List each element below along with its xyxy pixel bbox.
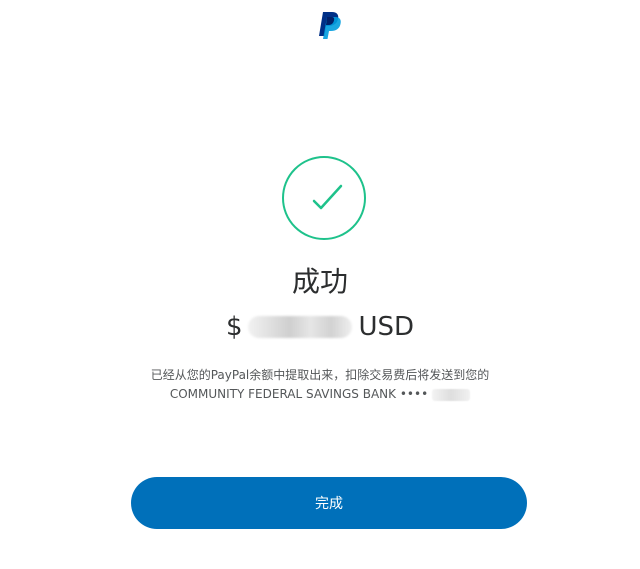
bank-account-label: COMMUNITY FEDERAL SAVINGS BANK •••• xyxy=(169,387,429,401)
masked-account-number xyxy=(432,388,471,401)
transfer-description: 已经从您的PayPal余额中提取出来，扣除交易费后将发送到您的 COMMUNIT… xyxy=(0,366,640,404)
description-line-1: 已经从您的PayPal余额中提取出来，扣除交易费后将发送到您的 xyxy=(150,368,490,382)
status-title: 成功 xyxy=(291,265,348,298)
description-line-2: COMMUNITY FEDERAL SAVINGS BANK •••• xyxy=(0,385,640,404)
currency-code: USD xyxy=(358,312,415,342)
currency-symbol: $ xyxy=(225,312,243,342)
transfer-amount: $ USD xyxy=(0,309,640,345)
success-check-icon xyxy=(282,156,366,240)
done-button[interactable]: 完成 xyxy=(131,477,527,529)
masked-amount-value xyxy=(248,316,353,338)
paypal-logo-icon xyxy=(319,12,341,39)
